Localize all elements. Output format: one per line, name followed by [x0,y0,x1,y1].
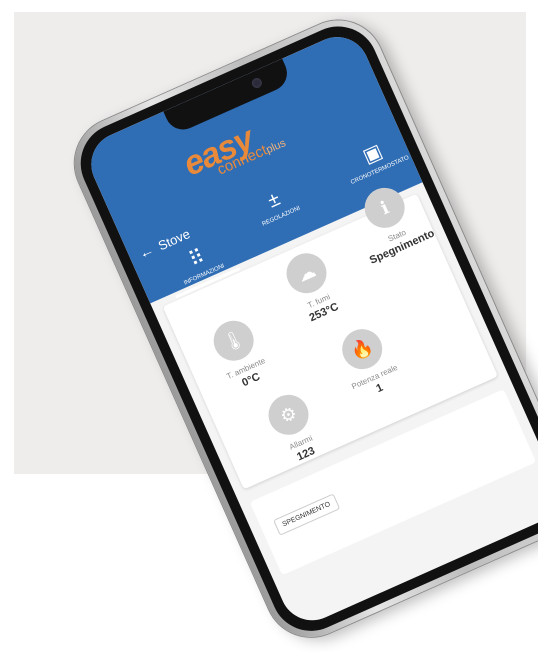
alarm-gear-icon: ⚙ [262,388,315,442]
tab-regolazioni[interactable]: ± Regolazioni [238,176,315,234]
thermometer-icon: 🌡 [207,314,261,368]
status-chip[interactable]: Spegnimento [273,493,340,536]
flame-icon: 🔥 [335,322,389,376]
smoke-icon: ☁ [280,246,333,300]
camera-icon [250,76,264,90]
